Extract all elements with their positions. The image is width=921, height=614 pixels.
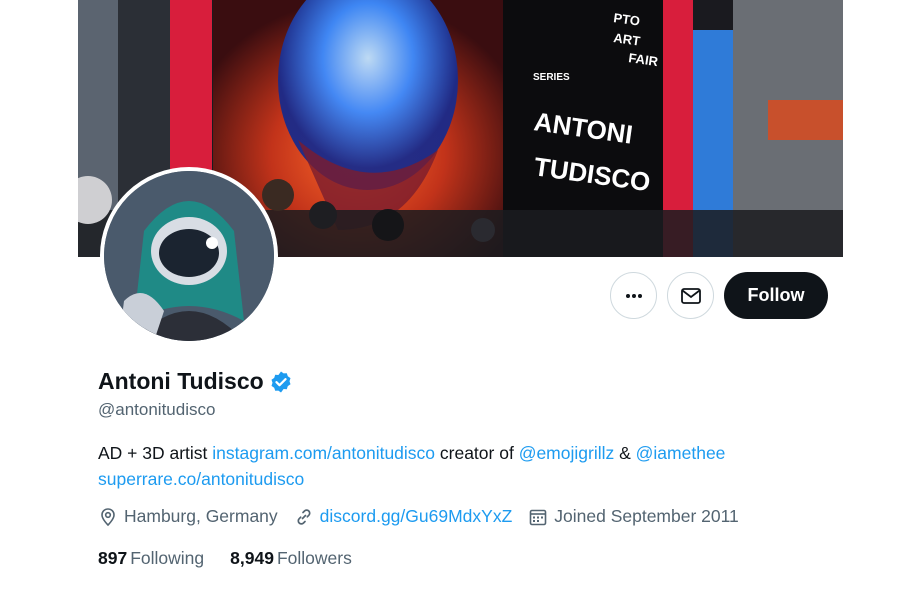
bio-text: creator of bbox=[435, 443, 519, 463]
website-link[interactable]: discord.gg/Gu69MdxYxZ bbox=[320, 506, 513, 527]
calendar-icon bbox=[529, 509, 547, 525]
followers-label: Followers bbox=[276, 548, 352, 568]
avatar[interactable] bbox=[100, 167, 278, 345]
join-date: Joined September 2011 bbox=[528, 506, 739, 527]
following-stat[interactable]: 897 Following bbox=[98, 548, 204, 569]
follow-button[interactable]: Follow bbox=[724, 272, 828, 319]
followers-count: 8,949 bbox=[230, 548, 274, 568]
name-row: Antoni Tudisco bbox=[98, 368, 293, 395]
follow-stats: 897 Following 8,949 Followers bbox=[98, 548, 378, 569]
location-pin-icon bbox=[101, 507, 115, 526]
bio-mention-emojigrillz[interactable]: @emojigrillz bbox=[519, 443, 615, 463]
display-name: Antoni Tudisco bbox=[98, 368, 264, 394]
bio-mention-iamethee[interactable]: @iamethee bbox=[636, 443, 726, 463]
bio-link-superrare[interactable]: superrare.co/antonitudisco bbox=[98, 469, 304, 489]
website: discord.gg/Gu69MdxYxZ bbox=[294, 506, 513, 527]
verified-badge-icon[interactable] bbox=[269, 370, 293, 394]
bio-link-instagram[interactable]: instagram.com/antonitudisco bbox=[212, 443, 435, 463]
location: Hamburg, Germany bbox=[98, 506, 278, 527]
envelope-icon bbox=[680, 287, 701, 304]
location-text: Hamburg, Germany bbox=[124, 506, 278, 526]
bio-text: AD + 3D artist bbox=[98, 443, 213, 463]
avatar-image bbox=[104, 171, 274, 341]
following-count: 897 bbox=[98, 548, 128, 568]
profile-actions: Follow bbox=[610, 272, 828, 319]
user-handle: @antonitudisco bbox=[98, 400, 216, 419]
message-button[interactable] bbox=[667, 272, 714, 319]
bio: AD + 3D artist instagram.com/antonitudis… bbox=[98, 440, 838, 492]
join-date-text: Joined September 2011 bbox=[554, 506, 739, 526]
followers-stat[interactable]: 8,949 Followers bbox=[230, 548, 352, 569]
following-label: Following bbox=[130, 548, 205, 568]
more-button[interactable] bbox=[610, 272, 657, 319]
profile-meta: Hamburg, Germany discord.gg/Gu69MdxYxZ J… bbox=[98, 506, 755, 527]
link-icon bbox=[297, 508, 311, 525]
billboard-series-text: SERIES bbox=[533, 72, 570, 83]
bio-text: & bbox=[614, 443, 636, 463]
more-horizontal-icon bbox=[625, 293, 642, 298]
